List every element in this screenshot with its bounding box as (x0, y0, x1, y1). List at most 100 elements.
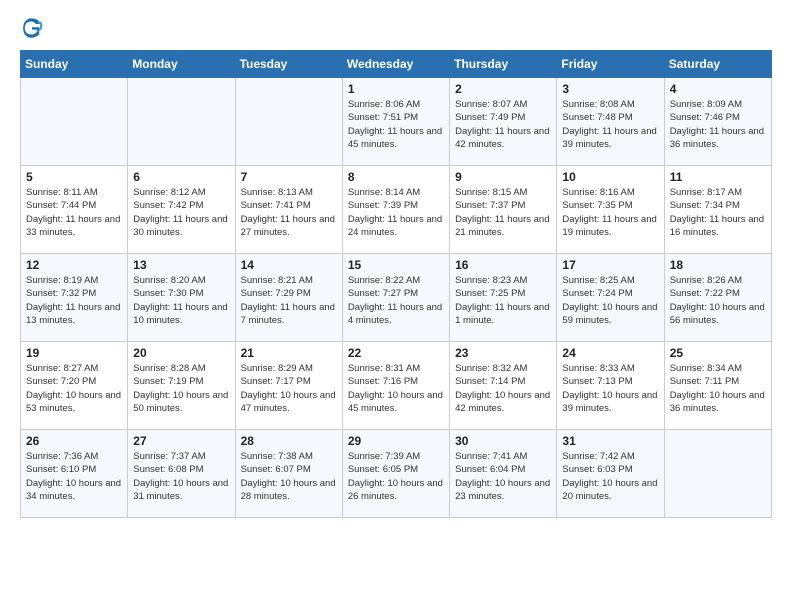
day-info: Sunrise: 8:33 AM Sunset: 7:13 PM Dayligh… (562, 362, 658, 415)
calendar-table: SundayMondayTuesdayWednesdayThursdayFrid… (20, 50, 772, 518)
day-number: 2 (455, 82, 551, 96)
page-header (20, 16, 772, 40)
day-number: 4 (670, 82, 766, 96)
calendar-cell: 22Sunrise: 8:31 AM Sunset: 7:16 PM Dayli… (342, 342, 449, 430)
calendar-body: 1 Sunrise: 8:06 AM Sunset: 7:51 PM Daylig… (21, 78, 772, 518)
calendar-cell: 11 Sunrise: 8:17 AM Sunset: 7:34 PM Dayli… (664, 166, 771, 254)
day-number: 6 (133, 170, 229, 184)
day-number: 14 (241, 258, 337, 272)
day-number: 24 (562, 346, 658, 360)
day-info: Sunrise: 8:14 AM Sunset: 7:39 PM Dayligh… (348, 186, 444, 239)
calendar-cell: 6 Sunrise: 8:12 AM Sunset: 7:42 PM Daylig… (128, 166, 235, 254)
calendar-cell: 3 Sunrise: 8:08 AM Sunset: 7:48 PM Daylig… (557, 78, 664, 166)
calendar-cell: 20Sunrise: 8:28 AM Sunset: 7:19 PM Dayli… (128, 342, 235, 430)
calendar-cell: 12 Sunrise: 8:19 AM Sunset: 7:32 PM Dayli… (21, 254, 128, 342)
day-info: Sunrise: 8:34 AM Sunset: 7:11 PM Dayligh… (670, 362, 766, 415)
day-number: 29 (348, 434, 444, 448)
day-number: 25 (670, 346, 766, 360)
calendar-cell (664, 430, 771, 518)
logo-icon (20, 16, 44, 40)
calendar-cell: 17Sunrise: 8:25 AM Sunset: 7:24 PM Dayli… (557, 254, 664, 342)
weekday-header-saturday: Saturday (664, 51, 771, 78)
day-info: Sunrise: 7:36 AM Sunset: 6:10 PM Dayligh… (26, 450, 122, 503)
calendar-cell (235, 78, 342, 166)
calendar-cell: 30 Sunrise: 7:41 AM Sunset: 6:04 PM Dayli… (450, 430, 557, 518)
calendar-cell: 4 Sunrise: 8:09 AM Sunset: 7:46 PM Daylig… (664, 78, 771, 166)
calendar-cell: 27 Sunrise: 7:37 AM Sunset: 6:08 PM Dayli… (128, 430, 235, 518)
day-info: Sunrise: 8:31 AM Sunset: 7:16 PM Dayligh… (348, 362, 444, 415)
day-info: Sunrise: 8:07 AM Sunset: 7:49 PM Dayligh… (455, 98, 551, 151)
day-number: 21 (241, 346, 337, 360)
weekday-row: SundayMondayTuesdayWednesdayThursdayFrid… (21, 51, 772, 78)
calendar-cell: 16Sunrise: 8:23 AM Sunset: 7:25 PM Dayli… (450, 254, 557, 342)
calendar-cell: 1 Sunrise: 8:06 AM Sunset: 7:51 PM Daylig… (342, 78, 449, 166)
calendar-cell (128, 78, 235, 166)
calendar-week-3: 12 Sunrise: 8:19 AM Sunset: 7:32 PM Dayli… (21, 254, 772, 342)
day-number: 23 (455, 346, 551, 360)
calendar-cell: 2 Sunrise: 8:07 AM Sunset: 7:49 PM Daylig… (450, 78, 557, 166)
day-number: 8 (348, 170, 444, 184)
calendar-cell: 29 Sunrise: 7:39 AM Sunset: 6:05 PM Dayli… (342, 430, 449, 518)
day-number: 9 (455, 170, 551, 184)
day-info: Sunrise: 8:25 AM Sunset: 7:24 PM Dayligh… (562, 274, 658, 327)
calendar-cell: 21 Sunrise: 8:29 AM Sunset: 7:17 PM Dayli… (235, 342, 342, 430)
day-info: Sunrise: 7:38 AM Sunset: 6:07 PM Dayligh… (241, 450, 337, 503)
logo (20, 16, 48, 40)
calendar-week-5: 26 Sunrise: 7:36 AM Sunset: 6:10 PM Dayli… (21, 430, 772, 518)
day-number: 10 (562, 170, 658, 184)
day-number: 16 (455, 258, 551, 272)
day-info: Sunrise: 8:08 AM Sunset: 7:48 PM Dayligh… (562, 98, 658, 151)
day-number: 15 (348, 258, 444, 272)
day-info: Sunrise: 7:39 AM Sunset: 6:05 PM Dayligh… (348, 450, 444, 503)
day-info: Sunrise: 8:17 AM Sunset: 7:34 PM Dayligh… (670, 186, 766, 239)
calendar-cell: 9Sunrise: 8:15 AM Sunset: 7:37 PM Daylig… (450, 166, 557, 254)
calendar-week-1: 1 Sunrise: 8:06 AM Sunset: 7:51 PM Daylig… (21, 78, 772, 166)
calendar-cell: 15 Sunrise: 8:22 AM Sunset: 7:27 PM Dayli… (342, 254, 449, 342)
weekday-header-monday: Monday (128, 51, 235, 78)
day-info: Sunrise: 8:28 AM Sunset: 7:19 PM Dayligh… (133, 362, 229, 415)
calendar-cell: 5 Sunrise: 8:11 AM Sunset: 7:44 PM Daylig… (21, 166, 128, 254)
weekday-header-sunday: Sunday (21, 51, 128, 78)
day-number: 1 (348, 82, 444, 96)
day-number: 11 (670, 170, 766, 184)
day-number: 3 (562, 82, 658, 96)
calendar-cell: 18 Sunrise: 8:26 AM Sunset: 7:22 PM Dayli… (664, 254, 771, 342)
day-number: 27 (133, 434, 229, 448)
calendar-cell: 31Sunrise: 7:42 AM Sunset: 6:03 PM Dayli… (557, 430, 664, 518)
day-number: 5 (26, 170, 122, 184)
weekday-header-wednesday: Wednesday (342, 51, 449, 78)
day-info: Sunrise: 7:41 AM Sunset: 6:04 PM Dayligh… (455, 450, 551, 503)
calendar-cell (21, 78, 128, 166)
calendar-cell: 25 Sunrise: 8:34 AM Sunset: 7:11 PM Dayli… (664, 342, 771, 430)
day-number: 12 (26, 258, 122, 272)
day-info: Sunrise: 8:09 AM Sunset: 7:46 PM Dayligh… (670, 98, 766, 151)
day-info: Sunrise: 8:12 AM Sunset: 7:42 PM Dayligh… (133, 186, 229, 239)
day-info: Sunrise: 7:37 AM Sunset: 6:08 PM Dayligh… (133, 450, 229, 503)
day-number: 18 (670, 258, 766, 272)
calendar-cell: 14 Sunrise: 8:21 AM Sunset: 7:29 PM Dayli… (235, 254, 342, 342)
calendar-week-2: 5 Sunrise: 8:11 AM Sunset: 7:44 PM Daylig… (21, 166, 772, 254)
day-info: Sunrise: 8:22 AM Sunset: 7:27 PM Dayligh… (348, 274, 444, 327)
calendar-cell: 23Sunrise: 8:32 AM Sunset: 7:14 PM Dayli… (450, 342, 557, 430)
weekday-header-thursday: Thursday (450, 51, 557, 78)
calendar-cell: 13Sunrise: 8:20 AM Sunset: 7:30 PM Dayli… (128, 254, 235, 342)
day-info: Sunrise: 8:13 AM Sunset: 7:41 PM Dayligh… (241, 186, 337, 239)
calendar-cell: 19 Sunrise: 8:27 AM Sunset: 7:20 PM Dayli… (21, 342, 128, 430)
day-number: 13 (133, 258, 229, 272)
day-info: Sunrise: 8:06 AM Sunset: 7:51 PM Dayligh… (348, 98, 444, 151)
day-info: Sunrise: 8:11 AM Sunset: 7:44 PM Dayligh… (26, 186, 122, 239)
day-info: Sunrise: 8:21 AM Sunset: 7:29 PM Dayligh… (241, 274, 337, 327)
calendar-cell: 26 Sunrise: 7:36 AM Sunset: 6:10 PM Dayli… (21, 430, 128, 518)
day-info: Sunrise: 8:16 AM Sunset: 7:35 PM Dayligh… (562, 186, 658, 239)
weekday-header-tuesday: Tuesday (235, 51, 342, 78)
day-number: 7 (241, 170, 337, 184)
day-number: 19 (26, 346, 122, 360)
day-number: 30 (455, 434, 551, 448)
calendar-cell: 28Sunrise: 7:38 AM Sunset: 6:07 PM Dayli… (235, 430, 342, 518)
day-info: Sunrise: 8:27 AM Sunset: 7:20 PM Dayligh… (26, 362, 122, 415)
day-number: 26 (26, 434, 122, 448)
weekday-header-friday: Friday (557, 51, 664, 78)
day-info: Sunrise: 8:19 AM Sunset: 7:32 PM Dayligh… (26, 274, 122, 327)
day-info: Sunrise: 8:26 AM Sunset: 7:22 PM Dayligh… (670, 274, 766, 327)
day-info: Sunrise: 8:29 AM Sunset: 7:17 PM Dayligh… (241, 362, 337, 415)
